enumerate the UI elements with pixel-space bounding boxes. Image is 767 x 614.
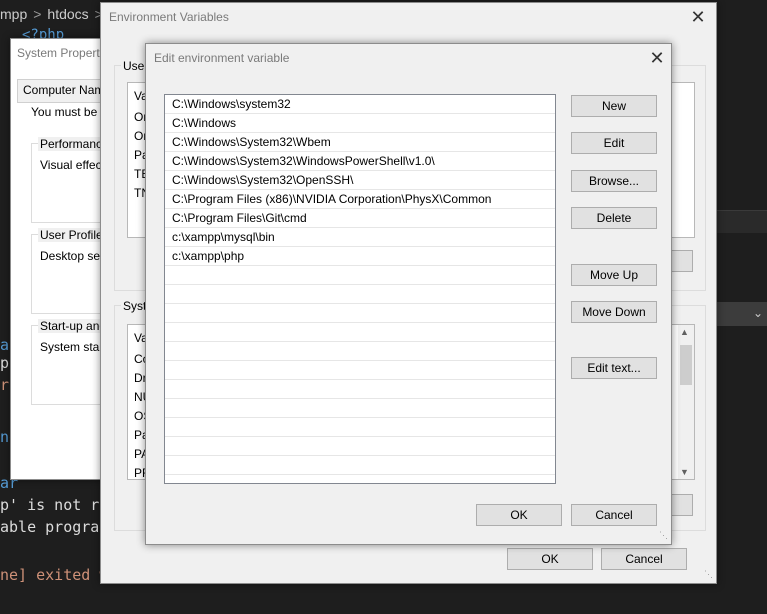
breadcrumb-item[interactable]: htdocs — [47, 6, 88, 22]
window-title: Edit environment variable — [154, 51, 290, 65]
path-list-item[interactable]: C:\Windows — [165, 114, 555, 133]
path-list[interactable]: C:\Windows\system32 C:\Windows C:\Windows\… — [164, 94, 556, 484]
info-text: You must be lo — [31, 105, 110, 119]
resize-grip-icon[interactable]: ⋱ — [659, 530, 668, 541]
scroll-down-icon[interactable]: ▼ — [680, 467, 689, 477]
ok-button[interactable]: OK — [507, 548, 593, 570]
window-title: System Properti — [17, 46, 103, 60]
path-list-empty-row[interactable] — [165, 418, 555, 437]
path-list-empty-row[interactable] — [165, 456, 555, 475]
path-list-empty-row[interactable] — [165, 437, 555, 456]
path-list-item[interactable]: C:\Program Files\Git\cmd — [165, 209, 555, 228]
path-list-item[interactable]: c:\xampp\mysql\bin — [165, 228, 555, 247]
path-list-empty-row[interactable] — [165, 266, 555, 285]
cancel-button[interactable]: Cancel — [571, 504, 657, 526]
path-list-empty-row[interactable] — [165, 304, 555, 323]
editor-panel-strip — [716, 210, 767, 233]
terminal-line: able progra — [0, 518, 100, 536]
group-text: Desktop setti — [40, 249, 110, 263]
terminal-line: ne] exited w — [0, 566, 109, 584]
move-down-button[interactable]: Move Down — [571, 301, 657, 323]
breadcrumb-item[interactable]: mpp — [0, 6, 27, 22]
path-list-item[interactable]: c:\xampp\php — [165, 247, 555, 266]
path-list-item[interactable]: C:\Program Files (x86)\NVIDIA Corporatio… — [165, 190, 555, 209]
path-list-item[interactable]: C:\Windows\System32\Wbem — [165, 133, 555, 152]
scrollbar-thumb[interactable] — [680, 345, 692, 385]
scroll-up-icon[interactable]: ▲ — [680, 327, 689, 337]
cancel-button[interactable]: Cancel — [601, 548, 687, 570]
close-icon[interactable]: ✕ — [686, 5, 710, 29]
breadcrumb: mpp>htdocs>c — [0, 6, 116, 22]
edit-button[interactable]: Edit — [571, 132, 657, 154]
scrollbar[interactable]: ▲ ▼ — [678, 325, 694, 479]
path-list-empty-row[interactable] — [165, 285, 555, 304]
move-up-button[interactable]: Move Up — [571, 264, 657, 286]
close-icon[interactable]: ✕ — [645, 46, 669, 70]
delete-button[interactable]: Delete — [571, 207, 657, 229]
path-list-empty-row[interactable] — [165, 323, 555, 342]
breadcrumb-separator-icon: > — [33, 6, 42, 22]
browse-button[interactable]: Browse... — [571, 170, 657, 192]
resize-grip-icon[interactable]: ⋱ — [704, 569, 713, 580]
path-list-empty-row[interactable] — [165, 361, 555, 380]
edit-text-button[interactable]: Edit text... — [571, 357, 657, 379]
path-list-item[interactable]: C:\Windows\System32\WindowsPowerShell\v1… — [165, 152, 555, 171]
path-list-item[interactable]: C:\Windows\system32 — [165, 95, 555, 114]
path-list-empty-row[interactable] — [165, 342, 555, 361]
new-button[interactable]: New — [571, 95, 657, 117]
ok-button[interactable]: OK — [476, 504, 562, 526]
window-title: Environment Variables — [109, 10, 229, 24]
path-list-item[interactable]: C:\Windows\System32\OpenSSH\ — [165, 171, 555, 190]
chevron-down-icon[interactable]: ⌄ — [753, 306, 763, 320]
terminal-line: p' is not re — [0, 496, 109, 514]
group-label: Start-up and — [38, 319, 109, 333]
tab-label: Computer Name — [23, 83, 112, 97]
path-list-empty-row[interactable] — [165, 399, 555, 418]
path-list-empty-row[interactable] — [165, 380, 555, 399]
edit-environment-variable-dialog: Edit environment variable ✕ C:\Windows\s… — [145, 43, 672, 545]
terminal-header-strip: ⌄ — [716, 302, 767, 326]
